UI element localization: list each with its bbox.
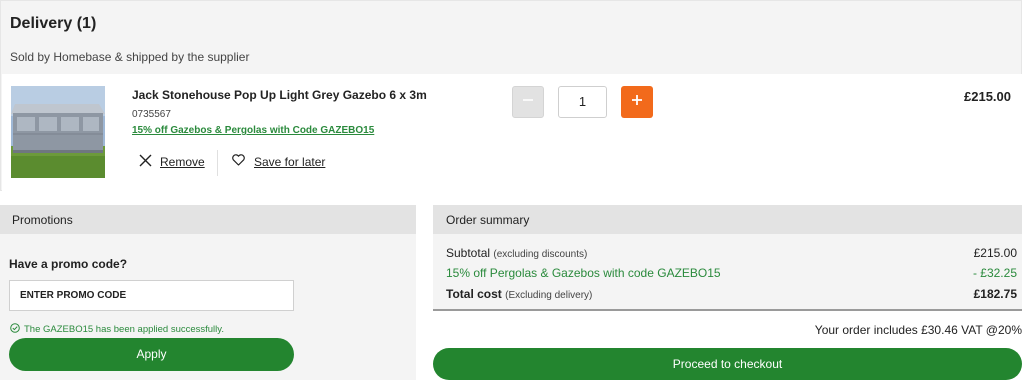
total-row: Total cost (Excluding delivery) £182.75	[446, 287, 1017, 301]
remove-button[interactable]: Remove	[139, 154, 205, 170]
product-promo-link[interactable]: 15% off Gazebos & Pergolas with Code GAZ…	[132, 125, 374, 136]
promotions-header: Promotions	[0, 205, 416, 234]
sold-by-text: Sold by Homebase & shipped by the suppli…	[10, 50, 250, 64]
promo-success-message: The GAZEBO15 has been applied successful…	[10, 323, 224, 336]
check-circle-icon	[10, 323, 20, 336]
save-for-later-label: Save for later	[254, 154, 326, 169]
order-summary-title: Order summary	[446, 213, 530, 227]
vat-note: Your order includes £30.46 VAT @20%	[814, 323, 1022, 337]
discount-label: 15% off Pergolas & Gazebos with code GAZ…	[446, 266, 721, 280]
remove-label: Remove	[160, 155, 205, 169]
close-icon	[139, 154, 152, 170]
quantity-input[interactable]: 1	[558, 86, 607, 118]
product-code: 0735567	[132, 109, 171, 120]
promo-question: Have a promo code?	[9, 257, 128, 271]
quantity-decrease-button[interactable]	[512, 86, 544, 118]
subtotal-value: £215.00	[973, 246, 1017, 260]
order-summary-header: Order summary	[433, 205, 1022, 234]
action-divider	[217, 150, 218, 176]
delivery-title: Delivery (1)	[10, 15, 97, 32]
item-price: £215.00	[964, 89, 1011, 104]
promotions-title: Promotions	[12, 213, 73, 227]
quantity-increase-button[interactable]	[621, 86, 653, 118]
total-label-group: Total cost (Excluding delivery)	[446, 287, 592, 301]
save-for-later-button[interactable]: Save for later	[232, 154, 325, 169]
subtotal-note: (excluding discounts)	[493, 249, 588, 260]
promo-code-input[interactable]: ENTER PROMO CODE	[9, 280, 294, 311]
heart-icon	[232, 154, 245, 169]
delivery-section: Delivery (1) Sold by Homebase & shipped …	[0, 0, 1023, 191]
discount-row: 15% off Pergolas & Gazebos with code GAZ…	[446, 266, 1017, 280]
total-note: (Excluding delivery)	[505, 290, 593, 301]
order-summary-panel: Order summary Subtotal (excluding discou…	[433, 205, 1022, 380]
subtotal-row: Subtotal (excluding discounts) £215.00	[446, 246, 1017, 260]
promotions-panel: Promotions Have a promo code? ENTER PROM…	[0, 205, 416, 380]
subtotal-label-group: Subtotal (excluding discounts)	[446, 246, 587, 260]
basket-item: Jack Stonehouse Pop Up Light Grey Gazebo…	[2, 74, 1023, 191]
promo-success-text: The GAZEBO15 has been applied successful…	[24, 324, 224, 335]
apply-button[interactable]: Apply	[9, 338, 294, 371]
product-image[interactable]	[11, 86, 105, 178]
order-summary-body: Subtotal (excluding discounts) £215.00 1…	[433, 234, 1022, 311]
total-value: £182.75	[973, 287, 1017, 301]
subtotal-label: Subtotal	[446, 246, 491, 260]
plus-icon	[630, 93, 644, 112]
product-name[interactable]: Jack Stonehouse Pop Up Light Grey Gazebo…	[132, 88, 427, 102]
proceed-to-checkout-button[interactable]: Proceed to checkout	[433, 348, 1022, 380]
minus-icon	[521, 93, 535, 112]
total-label: Total cost	[446, 287, 502, 301]
discount-value: - £32.25	[972, 266, 1017, 280]
